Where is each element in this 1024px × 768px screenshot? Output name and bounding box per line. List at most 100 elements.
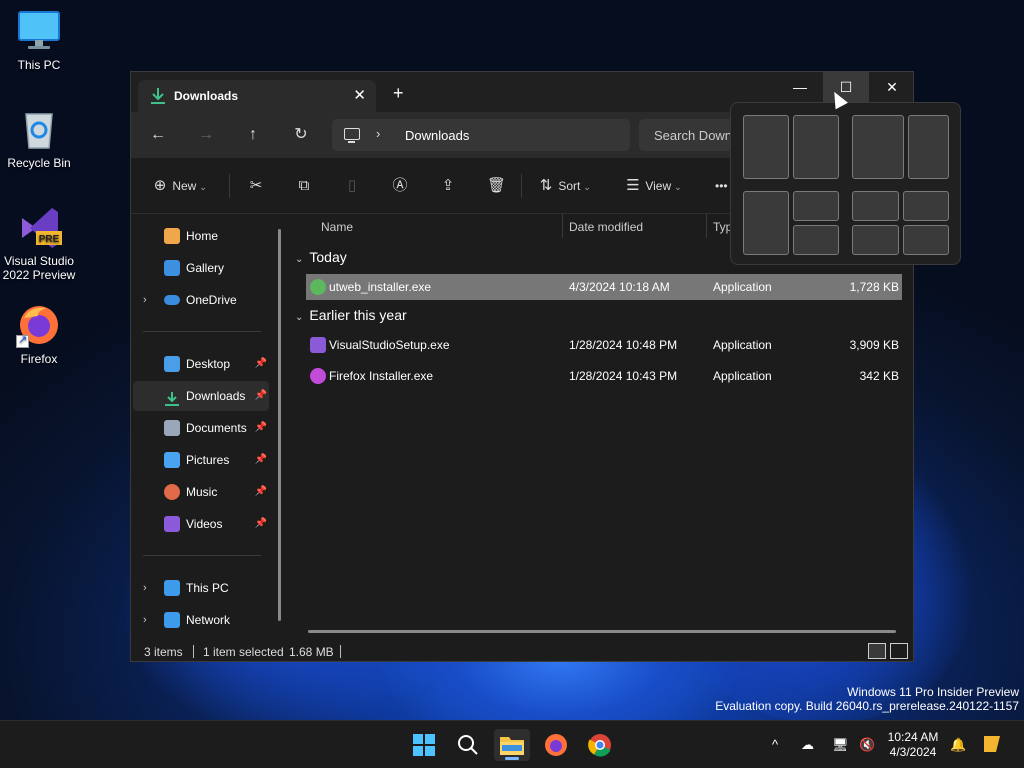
column-header-date-modified[interactable]: Date modified (569, 220, 643, 234)
group-header-earlier-this-year[interactable]: ⌄ Earlier this year (295, 307, 407, 323)
dev-preview-icon[interactable] (980, 732, 1004, 758)
new-button[interactable]: ⊕ New ⌄ (151, 173, 207, 199)
snap-zone-quad-bottom-left[interactable] (852, 225, 899, 255)
copy-icon: ⧉ (298, 177, 310, 194)
column-divider[interactable] (706, 214, 707, 238)
minimize-button[interactable]: — (777, 72, 823, 102)
show-hidden-icons-button[interactable]: ^ (772, 721, 778, 768)
forward-button[interactable]: → (195, 124, 217, 146)
view-button[interactable]: ☰ View ⌄ (624, 173, 682, 199)
up-button[interactable]: ↑ (242, 124, 264, 146)
column-divider[interactable] (562, 214, 563, 238)
file-row[interactable]: utweb_installer.exe 4/3/2024 10:18 AM Ap… (306, 274, 902, 300)
address-bar[interactable]: › Downloads (332, 119, 630, 151)
file-row[interactable]: VisualStudioSetup.exe 1/28/2024 10:48 PM… (306, 332, 902, 358)
file-row[interactable]: Firefox Installer.exe 1/28/2024 10:43 PM… (306, 363, 902, 389)
snap-zone-half-left[interactable] (743, 115, 789, 179)
sidebar-item-this-pc[interactable]: › This PC (133, 573, 269, 603)
snap-zone-quad-top-right[interactable] (903, 191, 949, 221)
sidebar-scrollbar[interactable] (278, 229, 281, 621)
navigation-pane: Home Gallery › OneDrive Desktop 📌 Downlo… (131, 214, 288, 641)
group-header-today[interactable]: ⌄ Today (295, 249, 347, 265)
clock-date: 4/3/2024 (889, 745, 937, 759)
pre-badge: PRE (39, 234, 60, 245)
details-view-button[interactable] (868, 643, 886, 659)
sidebar-item-videos[interactable]: Videos 📌 (133, 509, 269, 539)
tiles-view-button[interactable] (890, 643, 908, 659)
breadcrumb-downloads[interactable]: Downloads (405, 128, 469, 143)
volume-muted-icon[interactable]: 🔇 (859, 721, 875, 768)
sidebar-item-onedrive[interactable]: › OneDrive (133, 285, 269, 315)
start-button[interactable] (406, 729, 442, 761)
selection-size: 1.68 MB (289, 645, 334, 659)
rename-button[interactable]: Ⓐ (391, 173, 409, 199)
watermark-line: Windows 11 Pro Insider Preview (847, 685, 1019, 699)
horizontal-scrollbar[interactable] (308, 630, 896, 633)
pin-icon: 📌 (254, 390, 267, 401)
paste-button[interactable]: ▯ (343, 173, 361, 199)
downloads-icon (150, 87, 166, 105)
sidebar-item-downloads[interactable]: Downloads 📌 (133, 381, 269, 411)
column-header-name[interactable]: Name (321, 220, 353, 234)
file-explorer-taskbar-button[interactable] (494, 729, 530, 761)
this-pc-icon (344, 128, 360, 143)
sidebar-item-music[interactable]: Music 📌 (133, 477, 269, 507)
cut-button[interactable]: ✂ (247, 173, 265, 199)
snap-zone-narrow-right[interactable] (908, 115, 949, 179)
breadcrumb-chevron-icon[interactable]: › (376, 126, 380, 141)
snap-zone-quad-bottom-right[interactable] (903, 225, 949, 255)
expand-chevron-icon[interactable]: › (143, 573, 147, 603)
snap-zone-quad-top-left[interactable] (852, 191, 899, 221)
sidebar-item-documents[interactable]: Documents 📌 (133, 413, 269, 443)
pin-icon: 📌 (254, 454, 267, 465)
snap-zone-half-right[interactable] (793, 115, 839, 179)
sidebar-item-label: Music (186, 485, 218, 499)
this-pc-icon (164, 580, 180, 596)
sort-button[interactable]: ⇅ Sort ⌄ (537, 173, 591, 199)
back-button[interactable]: ← (147, 124, 169, 146)
chevron-down-icon: ⌄ (674, 182, 682, 192)
utorrent-icon (310, 279, 326, 295)
close-tab-button[interactable]: ✕ (353, 86, 366, 104)
collapse-chevron-icon[interactable]: ⌄ (295, 254, 303, 265)
search-button[interactable] (450, 729, 486, 761)
sidebar-item-network[interactable]: › Network (133, 605, 269, 635)
sidebar-item-desktop[interactable]: Desktop 📌 (133, 349, 269, 379)
desktop-icon (164, 356, 180, 372)
more-options-button[interactable]: ••• (715, 173, 728, 199)
desktop-icon-firefox[interactable]: Firefox (0, 302, 78, 366)
scissors-icon: ✂ (249, 177, 263, 194)
onedrive-tray-icon[interactable]: ☁ (801, 721, 814, 768)
refresh-button[interactable]: ↻ (290, 124, 312, 146)
delete-button[interactable]: 🗑 (487, 173, 506, 199)
share-button[interactable]: ⇪ (439, 173, 457, 199)
recycle-bin-icon (16, 106, 62, 152)
sidebar-item-gallery[interactable]: Gallery (133, 253, 269, 283)
clipboard-icon: ▯ (347, 177, 357, 194)
snap-zone-bottom-right[interactable] (793, 225, 839, 255)
clock[interactable]: 10:24 AM 4/3/2024 (882, 730, 944, 760)
copy-button[interactable]: ⧉ (295, 173, 313, 199)
sidebar-item-pictures[interactable]: Pictures 📌 (133, 445, 269, 475)
snap-zone-top-right[interactable] (793, 191, 839, 221)
close-window-button[interactable]: ✕ (869, 72, 915, 102)
network-tray-icon[interactable]: 🖥 (832, 721, 849, 768)
expand-chevron-icon[interactable]: › (143, 285, 147, 315)
desktop-icon-recycle-bin[interactable]: Recycle Bin (0, 106, 78, 170)
firefox-taskbar-button[interactable] (538, 729, 574, 761)
new-label: New (172, 179, 197, 193)
sidebar-item-home[interactable]: Home (133, 221, 269, 251)
snap-zone-left-column[interactable] (743, 191, 789, 255)
expand-chevron-icon[interactable]: › (143, 605, 147, 635)
collapse-chevron-icon[interactable]: ⌄ (295, 312, 303, 323)
desktop-icon-label: Recycle Bin (7, 156, 71, 170)
notification-bell-icon[interactable]: 🔔 (950, 721, 966, 768)
desktop-icon-visual-studio[interactable]: PRE Visual Studio 2022 Preview (0, 204, 78, 282)
documents-icon (164, 420, 180, 436)
taskbar: ^ ☁ 🖥 🔇 10:24 AM 4/3/2024 🔔 (0, 720, 1024, 768)
snap-zone-wide-left[interactable] (852, 115, 904, 179)
tab-downloads[interactable]: Downloads ✕ (138, 80, 376, 112)
chrome-taskbar-button[interactable] (582, 729, 618, 761)
new-tab-button[interactable]: + (393, 84, 404, 102)
desktop-icon-this-pc[interactable]: This PC (0, 8, 78, 72)
